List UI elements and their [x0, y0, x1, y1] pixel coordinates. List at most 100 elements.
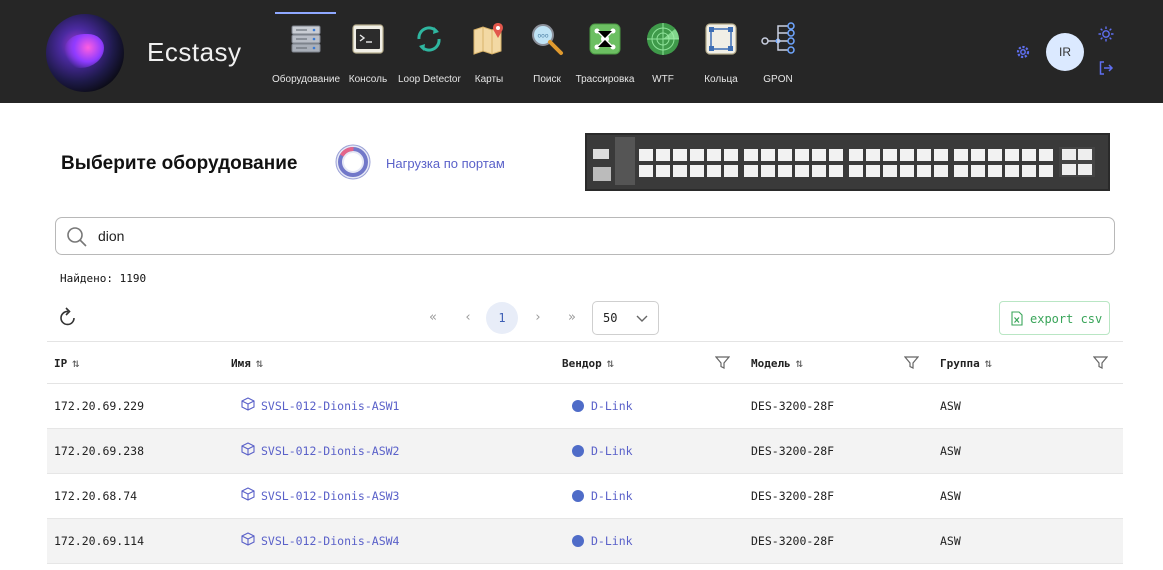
current-page-button[interactable]: 1 [486, 302, 518, 334]
table-row[interactable]: 172.20.68.74 SVSL-012-Dionis-ASW3 D-Link… [47, 474, 1123, 519]
column-header-group[interactable]: Группа ⇅ [940, 356, 992, 370]
prev-page-button[interactable]: ‹ [452, 302, 484, 334]
sort-icon[interactable]: ⇅ [796, 356, 803, 370]
switch-port [934, 149, 948, 161]
sort-icon[interactable]: ⇅ [256, 356, 263, 370]
switch-port [829, 149, 843, 161]
model-filter-icon[interactable] [904, 355, 919, 370]
svg-text:ooo: ooo [537, 33, 548, 40]
nav-active-indicator [275, 12, 336, 14]
switch-port [917, 149, 931, 161]
server-icon [291, 25, 321, 53]
column-title: Имя [231, 357, 251, 370]
sort-icon[interactable]: ⇅ [985, 356, 992, 370]
ip-cell: 172.20.68.74 [54, 489, 138, 503]
switch-port [1022, 165, 1036, 177]
vendor-link[interactable]: D-Link [591, 534, 633, 548]
switch-port [639, 149, 653, 161]
vendor-link[interactable]: D-Link [591, 444, 633, 458]
table-row[interactable]: 172.20.69.238 SVSL-012-Dionis-ASW2 D-Lin… [47, 429, 1123, 474]
group-cell: ASW [940, 444, 961, 458]
logout-icon[interactable] [1098, 60, 1114, 76]
nav-item-trace[interactable]: Трассировка [575, 0, 635, 103]
device-box-icon [241, 442, 255, 456]
device-name-link[interactable]: SVSL-012-Dionis-ASW4 [261, 534, 399, 548]
nav-item-wtf[interactable]: WTF [642, 0, 684, 103]
terminal-icon [352, 24, 384, 54]
switch-front-panel-image [585, 133, 1110, 191]
switch-port [900, 165, 914, 177]
column-header-ip[interactable]: IP ⇅ [54, 356, 79, 370]
sort-icon[interactable]: ⇅ [72, 356, 79, 370]
group-filter-icon[interactable] [1093, 355, 1108, 370]
nav-label: Поиск [533, 74, 561, 85]
vendor-link[interactable]: D-Link [591, 399, 633, 413]
switch-port [849, 165, 863, 177]
column-title: Вендор [562, 357, 602, 370]
nav-item-gpon[interactable]: GPON [756, 0, 800, 103]
user-avatar[interactable]: IR [1046, 33, 1084, 71]
results-count: Найдено: 1190 [60, 272, 147, 285]
export-csv-button[interactable]: export csv [999, 301, 1110, 335]
page-size-select[interactable]: 50 [592, 301, 659, 335]
radar-icon [647, 23, 679, 55]
switch-port [866, 165, 880, 177]
sun-icon[interactable] [1098, 26, 1114, 42]
magnifier-icon: ooo [532, 24, 563, 55]
switch-port [1039, 165, 1053, 177]
last-page-button[interactable]: » [556, 302, 588, 334]
refresh-icon[interactable] [59, 307, 77, 327]
switch-port [761, 149, 775, 161]
port-load-link[interactable]: Нагрузка по портам [386, 156, 505, 171]
switch-port [988, 149, 1002, 161]
switch-port [1005, 149, 1019, 161]
first-page-button[interactable]: « [417, 302, 449, 334]
search-icon [67, 227, 87, 247]
column-header-name[interactable]: Имя ⇅ [231, 356, 263, 370]
nav-label: Loop Detector [398, 74, 461, 85]
switch-port [883, 165, 897, 177]
switch-port [778, 149, 792, 161]
nav-item-maps[interactable]: Карты [467, 0, 511, 103]
switch-port [1022, 149, 1036, 161]
nav-item-equipment[interactable]: Оборудование [272, 0, 340, 103]
column-header-vendor[interactable]: Вендор ⇅ [562, 356, 614, 370]
vendor-filter-icon[interactable] [715, 355, 730, 370]
next-page-button[interactable]: › [522, 302, 554, 334]
device-box-icon [241, 397, 255, 411]
switch-port [849, 149, 863, 161]
column-title: Модель [751, 357, 791, 370]
gear-icon[interactable] [1014, 43, 1032, 61]
switch-port [988, 165, 1002, 177]
nav-item-rings[interactable]: Кольца [699, 0, 743, 103]
switch-port [795, 165, 809, 177]
nav-item-loop-detector[interactable]: Loop Detector [398, 0, 461, 103]
sort-icon[interactable]: ⇅ [607, 356, 614, 370]
switch-port [934, 165, 948, 177]
table-row[interactable]: 172.20.69.229 SVSL-012-Dionis-ASW1 D-Lin… [47, 384, 1123, 429]
vendor-link[interactable]: D-Link [591, 489, 633, 503]
search-input[interactable] [98, 224, 1098, 248]
app-logo[interactable] [46, 14, 124, 92]
switch-port [971, 149, 985, 161]
switch-port [744, 149, 758, 161]
column-header-model[interactable]: Модель ⇅ [751, 356, 803, 370]
loop-arrows-icon [417, 26, 441, 52]
vendor-dot [572, 400, 584, 412]
nav-item-search[interactable]: ooo Поиск [527, 0, 567, 103]
model-cell: DES-3200-28F [751, 399, 835, 413]
device-name-link[interactable]: SVSL-012-Dionis-ASW2 [261, 444, 399, 458]
vendor-dot [572, 445, 584, 457]
device-name-link[interactable]: SVSL-012-Dionis-ASW1 [261, 399, 399, 413]
device-box-icon [241, 487, 255, 501]
table-header: IP ⇅ Имя ⇅ Вендор ⇅ Модель ⇅ Группа ⇅ [47, 341, 1123, 384]
nav-label: GPON [763, 74, 793, 85]
nav-label: Консоль [348, 74, 388, 85]
gpon-tree-icon [761, 22, 795, 54]
switch-port [866, 149, 880, 161]
device-name-link[interactable]: SVSL-012-Dionis-ASW3 [261, 489, 399, 503]
table-row[interactable]: 172.20.69.114 SVSL-012-Dionis-ASW4 D-Lin… [47, 519, 1123, 564]
nav-item-console[interactable]: Консоль [344, 0, 392, 103]
port-load-gauge-icon[interactable] [334, 143, 372, 181]
switch-port [812, 149, 826, 161]
